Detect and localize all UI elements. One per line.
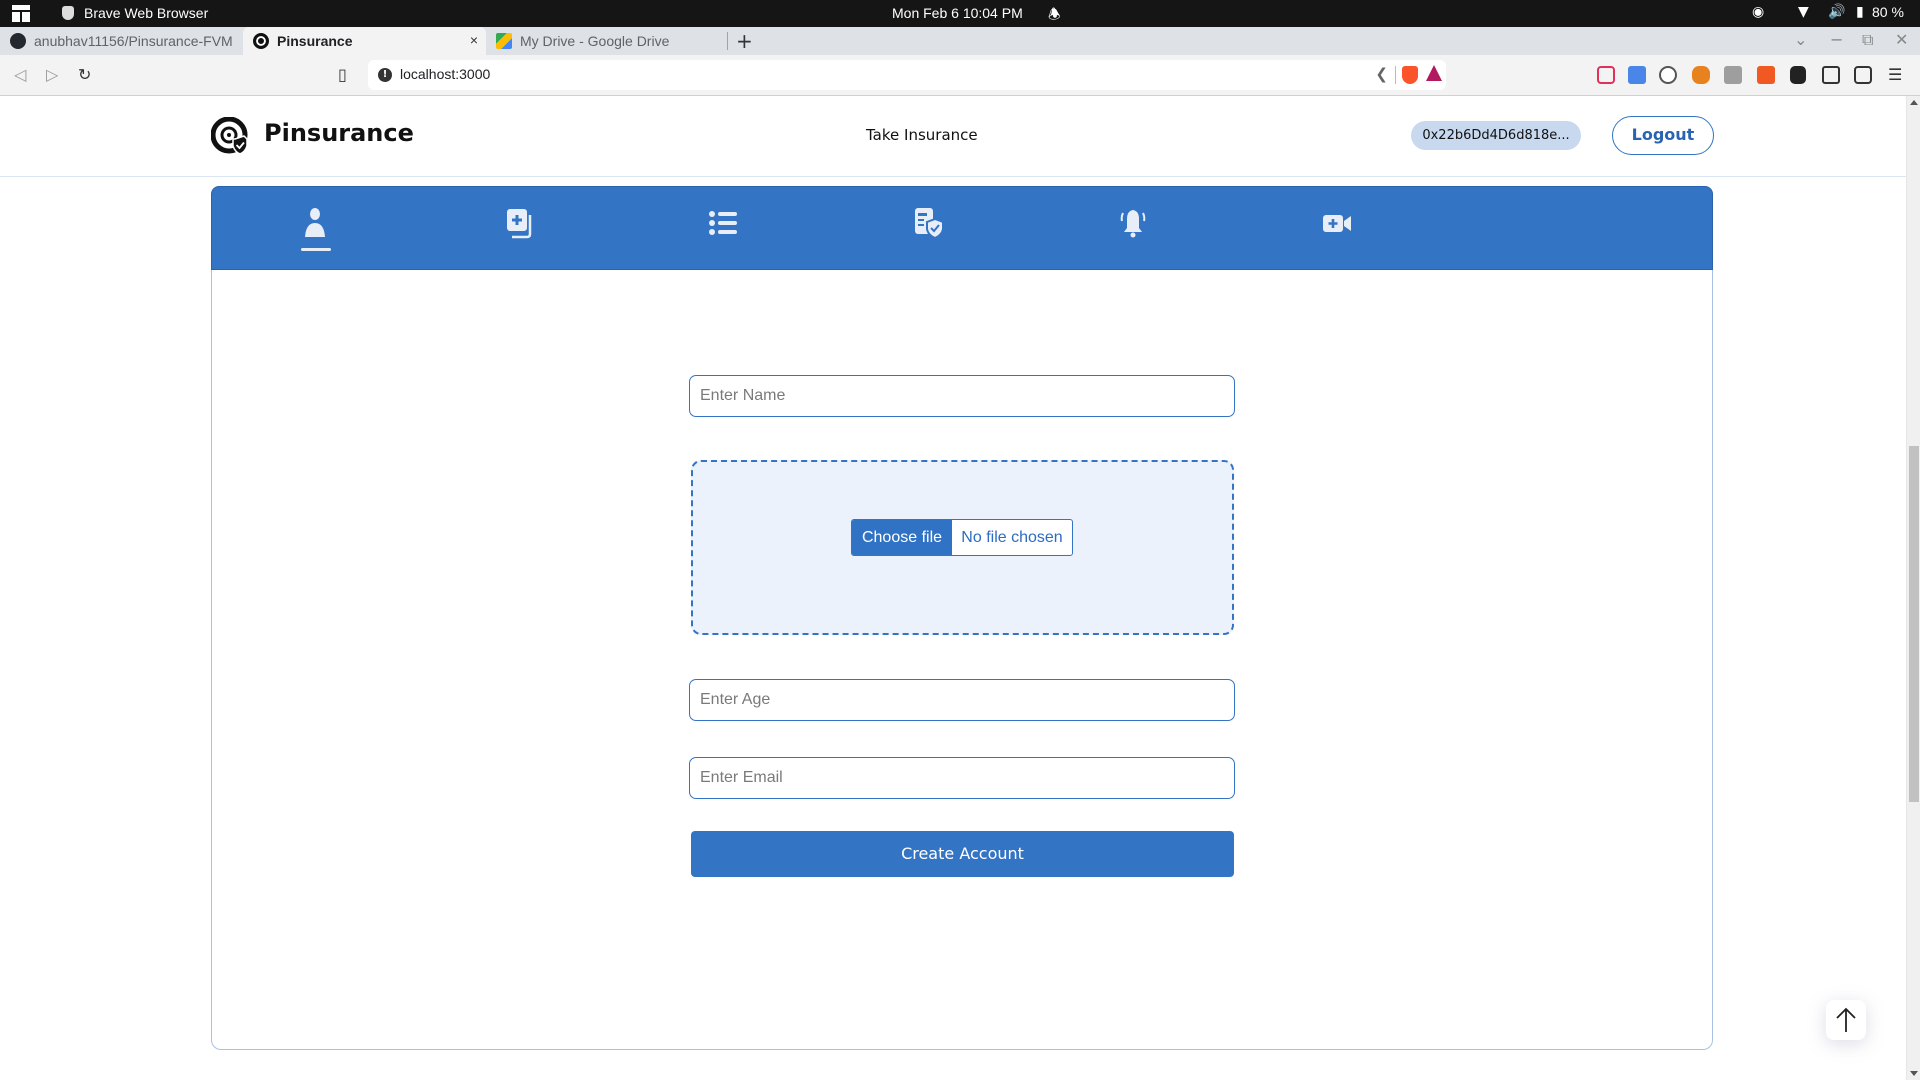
pocket-icon[interactable]: [1597, 66, 1615, 84]
tab-label: Pinsurance: [277, 33, 353, 49]
url-text[interactable]: localhost:3000: [400, 66, 490, 82]
browser-toolbar: ◁ ▷ ↻ ▯ ! localhost:3000 ❮ ☰: [0, 55, 1920, 96]
close-window-icon[interactable]: ✕: [1895, 30, 1908, 49]
pinsurance-favicon: [253, 33, 269, 49]
scroll-down-arrow-icon[interactable]: [1910, 1071, 1918, 1076]
file-input[interactable]: Choose file No file chosen: [851, 519, 1073, 556]
wallet-icon[interactable]: [1854, 66, 1872, 84]
site-header: Pinsurance Take Insurance 0x22b6Dd4D6d81…: [0, 96, 1906, 177]
tab-list[interactable]: [703, 207, 743, 251]
arrow-up-icon: [1836, 1007, 1856, 1032]
reload-icon[interactable]: ↻: [78, 65, 91, 84]
tab-separator: [727, 32, 728, 50]
wallet-address-chip[interactable]: 0x22b6Dd4D6d818e...: [1411, 121, 1581, 150]
volume-icon[interactable]: 🔊: [1828, 4, 1845, 20]
clock[interactable]: Mon Feb 6 10:04 PM: [892, 5, 1023, 21]
metamask-icon[interactable]: [1692, 66, 1710, 84]
tab-label: anubhav11156/Pinsurance-FVM: [34, 33, 233, 49]
list-icon: [709, 211, 737, 235]
tab-google-drive[interactable]: My Drive - Google Drive: [486, 27, 720, 55]
browser-tab-strip: anubhav11156/Pinsurance-FVM Pinsurance ×…: [0, 27, 1920, 55]
logout-button[interactable]: Logout: [1612, 116, 1714, 155]
user-icon: [305, 208, 325, 237]
take-insurance-link[interactable]: Take Insurance: [866, 126, 978, 144]
forward-icon[interactable]: ▷: [46, 65, 58, 84]
touch-icon[interactable]: [1724, 66, 1742, 84]
brave-logo-icon: [62, 6, 74, 20]
discord-tray-icon[interactable]: ◉: [1752, 4, 1764, 20]
close-tab-icon[interactable]: ×: [470, 32, 478, 48]
site-info-icon[interactable]: !: [378, 68, 392, 82]
os-top-bar: Brave Web Browser Mon Feb 6 10:04 PM 🕭 ◉…: [0, 0, 1920, 27]
active-app-name: Brave Web Browser: [84, 5, 209, 21]
bookmark-icon[interactable]: ▯: [338, 65, 347, 84]
tab-search-chevron-icon[interactable]: ⌄: [1794, 30, 1807, 49]
battery-percent: 80 %: [1872, 4, 1904, 20]
wifi-icon[interactable]: ▼: [1798, 4, 1809, 20]
email-input[interactable]: [689, 757, 1235, 799]
json-viewer-icon[interactable]: [1659, 66, 1677, 84]
web-page: Pinsurance Take Insurance 0x22b6Dd4D6d81…: [0, 96, 1906, 1080]
tab-claims[interactable]: [908, 207, 948, 251]
google-drive-icon: [496, 33, 512, 49]
choose-file-button[interactable]: Choose file: [852, 520, 952, 555]
extensions-puzzle-icon[interactable]: [1790, 66, 1806, 84]
brave-rewards-icon[interactable]: [1426, 65, 1442, 81]
name-input[interactable]: [689, 375, 1235, 417]
file-status: No file chosen: [961, 529, 1063, 546]
coupon-extension-icon[interactable]: [1757, 66, 1775, 84]
activities-icon[interactable]: [12, 5, 30, 22]
file-dropzone[interactable]: Choose file No file chosen: [691, 460, 1234, 635]
scroll-to-top-button[interactable]: [1826, 1000, 1866, 1040]
medical-files-plus-icon: [507, 209, 532, 239]
address-bar[interactable]: ! localhost:3000 ❮: [368, 60, 1446, 90]
menu-icon[interactable]: ☰: [1888, 65, 1902, 84]
active-tab-indicator: [301, 248, 331, 251]
tab-label: My Drive - Google Drive: [520, 33, 670, 49]
back-icon[interactable]: ◁: [14, 65, 26, 84]
tab-notifications[interactable]: [1113, 207, 1153, 251]
tab-pinsurance[interactable]: Pinsurance ×: [243, 27, 486, 55]
bell-icon: [1120, 210, 1146, 238]
restore-icon[interactable]: ⧉: [1862, 30, 1873, 50]
github-icon: [10, 33, 26, 49]
sidebar-icon[interactable]: [1822, 66, 1840, 84]
tab-github[interactable]: anubhav11156/Pinsurance-FVM: [0, 27, 243, 55]
tab-profile[interactable]: [295, 207, 335, 251]
tab-video-consult[interactable]: [1317, 207, 1357, 251]
brand-name[interactable]: Pinsurance: [264, 119, 414, 147]
video-plus-icon: [1323, 215, 1351, 232]
scroll-up-arrow-icon[interactable]: [1910, 100, 1918, 105]
minimize-icon[interactable]: −: [1830, 30, 1843, 49]
new-tab-button[interactable]: +: [736, 29, 753, 53]
document-shield-check-icon: [915, 208, 944, 239]
age-input[interactable]: [689, 679, 1235, 721]
omnibox-divider: [1395, 66, 1396, 84]
create-account-button[interactable]: Create Account: [691, 831, 1234, 877]
notification-bell-icon[interactable]: 🕭: [1048, 4, 1061, 28]
dashboard-tab-bar: [211, 186, 1713, 270]
battery-icon[interactable]: ▮: [1856, 4, 1864, 20]
scrollbar-thumb[interactable]: [1909, 446, 1919, 802]
pinsurance-logo-icon[interactable]: [211, 117, 249, 155]
share-icon[interactable]: ❮: [1375, 65, 1388, 83]
tab-add-insurance[interactable]: [499, 207, 539, 251]
brave-shields-icon[interactable]: [1402, 66, 1418, 84]
page-scrollbar[interactable]: [1906, 96, 1920, 1080]
google-translate-icon[interactable]: [1628, 66, 1646, 84]
